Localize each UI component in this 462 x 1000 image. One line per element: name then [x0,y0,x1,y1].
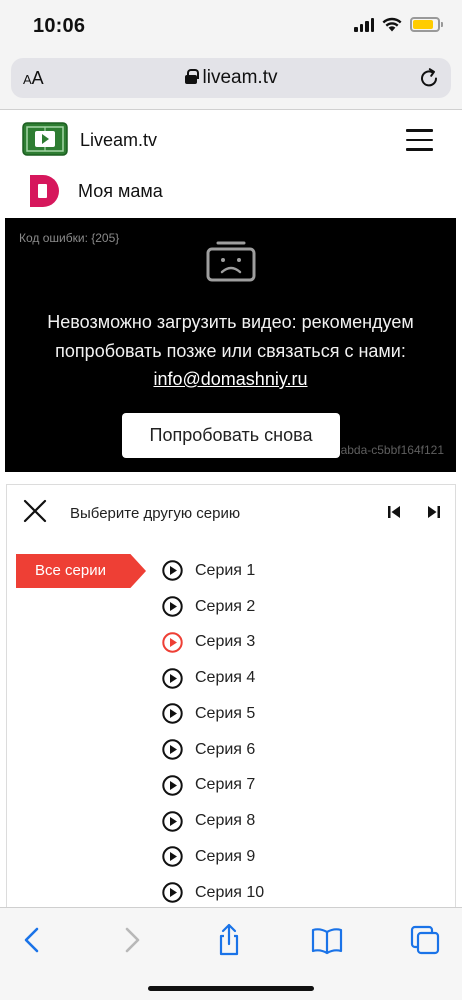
menu-icon[interactable] [406,129,433,151]
error-email-link[interactable]: info@domashniy.ru [153,369,307,389]
play-icon [162,596,183,617]
wifi-icon [382,17,402,32]
episode-item[interactable]: Серия 1 [162,553,442,589]
play-icon [162,667,183,689]
channel-name: Моя мама [78,181,163,201]
episode-item[interactable]: Серия 4 [162,660,442,696]
battery-icon [410,17,443,32]
close-icon[interactable] [23,499,47,523]
error-message-text: Невозможно загрузить видео: рекомендуем … [47,312,414,361]
play-icon [162,882,183,903]
browser-address-area: AA liveam.tv [0,52,462,110]
play-icon [162,560,183,582]
episode-selector: Выберите другую серию Все серии Серия 1С… [6,484,456,907]
episode-label: Серия 7 [195,776,256,794]
retry-button[interactable]: Попробовать снова [122,413,340,458]
play-icon [162,775,183,796]
episode-label: Серия 8 [195,812,256,830]
play-icon [162,810,183,832]
status-icons [354,17,443,32]
episode-item[interactable]: Серия 9 [162,839,442,875]
episode-item[interactable]: Серия 3 [162,625,442,661]
site-header: Liveam.tv [0,110,462,170]
episode-item[interactable]: Серия 5 [162,696,442,732]
site-logo-icon[interactable] [22,122,68,156]
bookmarks-icon[interactable] [310,923,344,957]
battery-level [413,20,434,29]
episode-item[interactable]: Серия 8 [162,803,442,839]
episode-item[interactable]: Серия 6 [162,732,442,768]
play-icon [162,632,183,653]
channel-row: Моя мама [0,172,462,212]
episode-label: Серия 6 [195,740,256,758]
previous-episode-icon[interactable] [387,505,401,519]
home-indicator[interactable] [148,986,314,991]
next-episode-icon[interactable] [427,505,441,519]
url-display[interactable]: liveam.tv [11,67,451,89]
episode-list: Серия 1 Серия 2 Серия 3 Серия 4 Серия 5 Серия… [162,553,442,907]
tabs-icon[interactable] [408,923,442,957]
episode-label: Серия 1 [195,561,256,579]
error-message: Невозможно загрузить видео: рекомендуем … [25,308,436,394]
back-icon[interactable] [16,923,50,957]
video-player[interactable]: Код ошибки: {205} Невозможно загрузить в… [5,218,456,472]
channel-logo-icon [30,175,59,207]
episode-label: Серия 10 [195,883,265,901]
url-text: liveam.tv [202,67,278,88]
forward-icon[interactable] [114,923,148,957]
error-code: Код ошибки: {205} [19,231,120,245]
status-bar: 10:06 [0,0,462,52]
status-time: 10:06 [33,15,86,37]
play-icon [162,846,183,868]
cellular-signal-icon [354,17,374,32]
share-icon[interactable] [212,923,246,957]
site-name[interactable]: Liveam.tv [80,130,157,151]
web-page: Liveam.tv Моя мама Код ошибки: {205} Нев… [0,110,462,907]
episode-label: Серия 9 [195,847,256,865]
address-bar[interactable]: AA liveam.tv [11,58,451,98]
browser-toolbar [0,907,462,1000]
lock-icon [184,69,199,84]
all-episodes-button[interactable]: Все серии [16,554,146,588]
episode-selector-title: Выберите другую серию [70,505,241,522]
episode-label: Серия 2 [195,597,256,615]
session-id: abda-c5bbf164f121 [340,443,444,457]
episode-item[interactable]: Серия 2 [162,589,442,625]
episode-label: Серия 4 [195,669,256,687]
episode-label: Серия 3 [195,633,256,651]
episode-item[interactable]: Серия 10 [162,875,442,907]
reload-icon[interactable] [417,66,441,90]
play-icon [162,739,183,760]
play-icon [162,703,183,725]
sad-tv-icon [206,241,256,282]
episode-item[interactable]: Серия 7 [162,768,442,804]
episode-label: Серия 5 [195,704,256,722]
